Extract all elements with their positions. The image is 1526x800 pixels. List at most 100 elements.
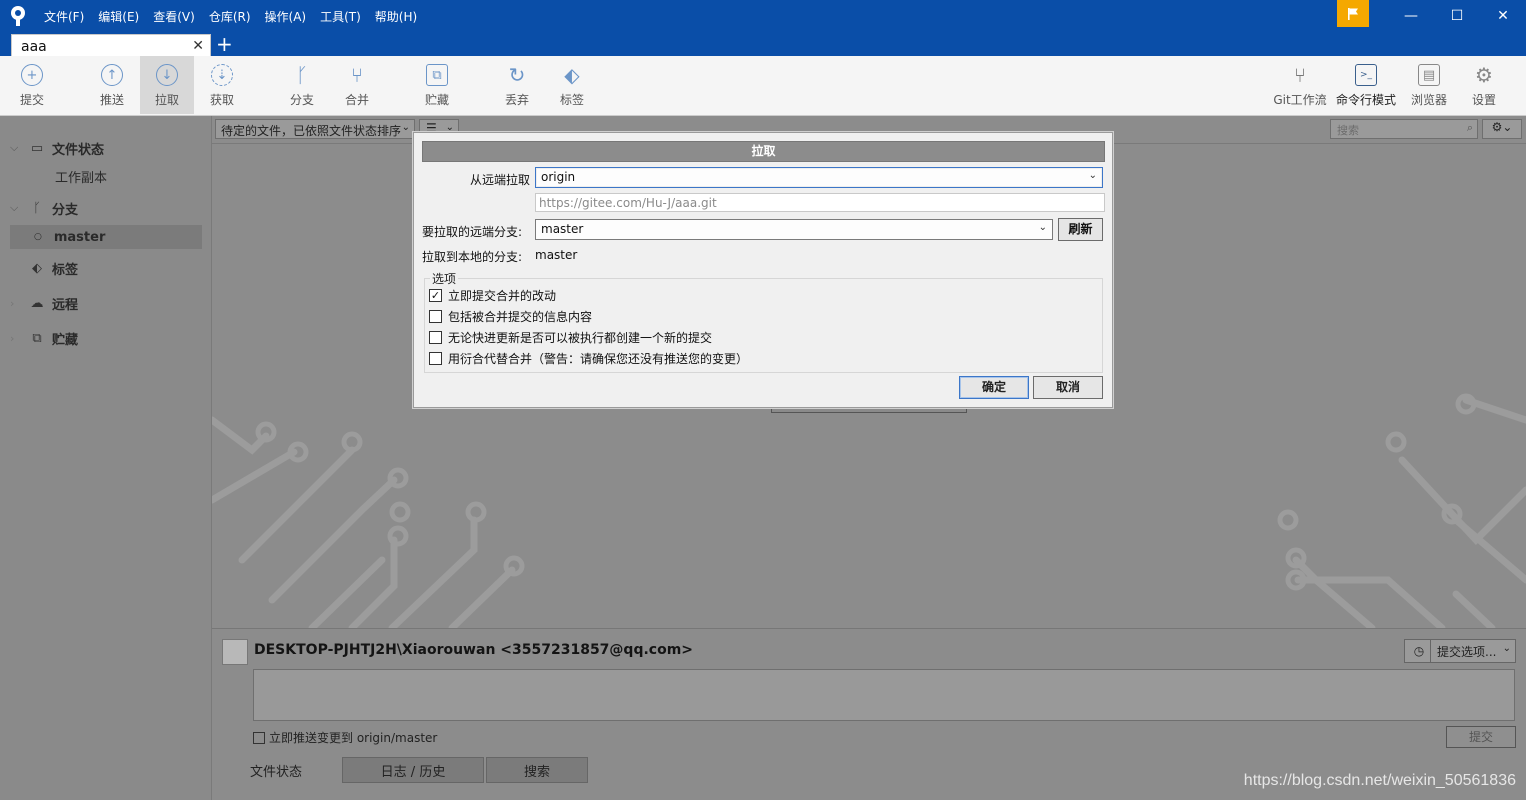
menu-repository[interactable]: 仓库(R) [209,8,251,25]
stash-icon: ⧉ [426,64,448,86]
sourcetree-logo-icon [11,6,25,26]
flag-button[interactable] [1337,0,1369,27]
branch-toolbar-button[interactable]: ᚴ 分支 [275,56,329,114]
toolbar: + 提交 ↑ 推送 ↓ 拉取 ⇣ 获取 ᚴ 分支 ⑂ 合并 ⧉ 贮藏 ↻ 丢弃 … [0,56,1526,116]
file-sort-select[interactable]: 待定的文件，已依照文件状态排序 ⌄ [215,119,415,139]
remote-select[interactable]: origin ⌄ [535,167,1103,188]
commit-options-label: 提交选项... [1437,645,1497,659]
explorer-toolbar-button[interactable]: ▤ 浏览器 [1402,56,1456,114]
chevron-down-icon: ⌵ [10,201,19,214]
sidebar-item-stashes[interactable]: › ⧉ 贮藏 [0,326,212,350]
chevron-down-icon: ⌄ [1502,643,1511,654]
close-tab-icon[interactable]: ✕ [192,38,204,54]
merge-icon: ⑂ [351,63,363,87]
sidebar-item-tags[interactable]: ⬖ 标签 [0,256,212,280]
chevron-down-icon: ⌄ [1088,170,1097,181]
cancel-button[interactable]: 取消 [1033,376,1103,399]
git-flow-toolbar-button[interactable]: ⑂ Git工作流 [1270,56,1330,114]
sidebar-item-working-copy[interactable]: 工作副本 [0,164,212,188]
sidebar-label: 工作副本 [55,170,108,186]
checkbox-box [253,731,265,744]
toolbar-label: 拉取 [154,93,179,107]
repo-tab[interactable]: aaa ✕ [11,34,211,58]
commit-toolbar-button[interactable]: + 提交 [5,56,59,114]
remote-branch-select[interactable]: master ⌄ [535,219,1053,240]
sidebar-item-file-status[interactable]: ⌵ ▭ 文件状态 [0,136,212,160]
toolbar-label: 合并 [344,93,369,107]
gear-icon: ⚙⌄ [1491,120,1513,134]
options-title: 选项 [430,270,459,287]
menu-tools[interactable]: 工具(T) [320,8,361,25]
minimize-button[interactable]: — [1388,0,1434,32]
browser-icon: ▤ [1418,64,1440,86]
remote-branch-value: master [541,222,584,236]
ok-button[interactable]: 确定 [959,376,1029,399]
search-input[interactable]: 搜索 ⌕ [1330,119,1478,139]
tab-log-history[interactable]: 日志 / 历史 [342,757,484,783]
stash-icon: ⧉ [32,330,42,346]
option-include-messages-checkbox[interactable]: 包括被合并提交的信息内容 [429,308,592,325]
branch-icon: ᚴ [33,200,41,216]
terminal-icon: >_ [1355,64,1377,86]
commit-button[interactable]: 提交 [1446,726,1516,748]
option-label: 无论快进更新是否可以被执行都创建一个新的提交 [448,331,713,345]
close-window-button[interactable]: ✕ [1480,0,1526,32]
toolbar-label: 获取 [209,93,234,107]
maximize-button[interactable]: ☐ [1434,0,1480,32]
repo-tab-title: aaa [21,39,47,55]
clock-icon: ◷ [1413,644,1425,658]
checkbox-box [429,352,442,365]
menu-bar: 文件(F) 编辑(E) 查看(V) 仓库(R) 操作(A) 工具(T) 帮助(H… [44,0,431,32]
toolbar-label: 浏览器 [1410,93,1447,107]
tab-search[interactable]: 搜索 [486,757,588,783]
panel-settings-button[interactable]: ⚙⌄ [1482,119,1522,139]
menu-actions[interactable]: 操作(A) [265,8,307,25]
option-commit-merged-checkbox[interactable]: ✓ 立即提交合并的改动 [429,287,556,304]
checkbox-box [429,331,442,344]
commit-options-select[interactable]: 提交选项... ⌄ [1430,639,1516,663]
sidebar-label: master [53,229,106,245]
merge-toolbar-button[interactable]: ⑂ 合并 [330,56,384,114]
stash-toolbar-button[interactable]: ⧉ 贮藏 [410,56,464,114]
sidebar-label: 标签 [52,262,79,278]
refresh-button[interactable]: 刷新 [1058,218,1103,241]
option-no-fast-forward-checkbox[interactable]: 无论快进更新是否可以被执行都创建一个新的提交 [429,329,712,346]
option-label: 包括被合并提交的信息内容 [448,310,593,324]
menu-edit[interactable]: 编辑(E) [98,8,139,25]
arrow-down-circle-icon: ↓ [156,64,178,86]
push-immediately-checkbox[interactable]: 立即推送变更到 origin/master [253,729,437,746]
avatar [222,639,248,665]
title-bar: 文件(F) 编辑(E) 查看(V) 仓库(R) 操作(A) 工具(T) 帮助(H… [0,0,1526,32]
push-toolbar-button[interactable]: ↑ 推送 [85,56,139,114]
menu-file[interactable]: 文件(F) [44,8,84,25]
git-flow-icon: ⑂ [1294,63,1306,87]
commit-author: DESKTOP-PJHTJ2H\Xiaorouwan <3557231857@q… [254,642,694,658]
menu-view[interactable]: 查看(V) [153,8,195,25]
fetch-toolbar-button[interactable]: ⇣ 获取 [195,56,249,114]
remote-value: origin [541,170,576,184]
dialog-title: 拉取 [422,141,1105,162]
settings-toolbar-button[interactable]: ⚙ 设置 [1457,56,1511,114]
toolbar-label: 命令行模式 [1336,93,1397,107]
background-circuit-decoration [212,393,1526,628]
sidebar-item-branches[interactable]: ⌵ ᚴ 分支 [0,196,212,220]
toolbar-label: 提交 [19,93,44,107]
check-icon: ✓ [429,289,442,302]
sidebar-label: 远程 [52,297,79,313]
sidebar-item-remotes[interactable]: › ☁ 远程 [0,291,212,315]
file-sort-label: 待定的文件，已依照文件状态排序 [221,124,402,138]
discard-toolbar-button[interactable]: ↻ 丢弃 [490,56,544,114]
terminal-toolbar-button[interactable]: >_ 命令行模式 [1336,56,1396,114]
remote-branch-label: 要拉取的远端分支: [422,225,523,239]
commit-message-input[interactable] [253,669,1515,721]
cloud-icon: ☁ [30,295,44,311]
tab-file-status[interactable]: 文件状态 [212,757,340,783]
menu-help[interactable]: 帮助(H) [375,8,417,25]
option-rebase-checkbox[interactable]: 用衍合代替合并（警告：请确保您还没有推送您的变更） [429,350,748,367]
tag-toolbar-button[interactable]: ⬖ 标签 [545,56,599,114]
toolbar-label: Git工作流 [1273,93,1327,107]
add-tab-icon[interactable]: + [216,33,233,55]
branch-icon: ᚴ [296,63,308,87]
pull-toolbar-button[interactable]: ↓ 拉取 [140,56,194,114]
sidebar-item-master[interactable]: ○ master [10,225,202,249]
